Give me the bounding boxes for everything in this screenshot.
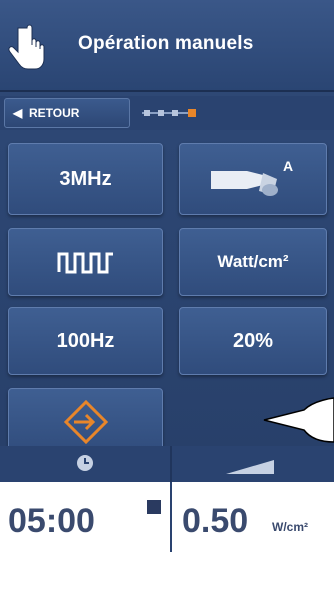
pulse-rate-button[interactable]: 100Hz — [8, 307, 163, 375]
back-button[interactable]: ◀ RETOUR — [4, 98, 130, 128]
value-divider — [170, 482, 172, 552]
pulsed-wave-icon — [57, 252, 113, 274]
timer-display: 05:00 — [8, 502, 95, 540]
probe-button[interactable]: A — [179, 143, 327, 215]
wave-mode-button[interactable] — [8, 228, 163, 296]
duty-cycle-value: 20% — [232, 329, 274, 352]
probe-label: A — [283, 158, 293, 174]
page-title: Opération manuels — [78, 33, 254, 54]
power-unit-label: Watt/cm² — [217, 252, 289, 271]
nav-bar: ◀ RETOUR — [0, 96, 334, 130]
intensity-display: 0.50 — [182, 502, 249, 540]
duty-cycle-button[interactable]: 20% — [179, 307, 327, 375]
status-divider — [170, 446, 172, 482]
probe-icon: A — [211, 158, 293, 196]
enter-icon — [63, 400, 108, 444]
frequency-value: 3MHz — [59, 167, 112, 190]
header-bar: Opération manuels — [0, 0, 334, 92]
status-values: 05:00 0.50 W/cm² — [0, 482, 334, 589]
pulse-rate-value: 100Hz — [56, 329, 115, 352]
status-header — [0, 446, 334, 482]
hand-pointer-icon — [8, 24, 45, 70]
back-button-label: RETOUR — [29, 106, 80, 120]
frequency-button[interactable]: 3MHz — [8, 143, 163, 215]
back-arrow-icon: ◀ — [13, 106, 23, 120]
intensity-unit: W/cm² — [272, 520, 308, 534]
clock-icon — [77, 455, 93, 471]
stop-icon[interactable] — [147, 500, 161, 514]
ramp-icon — [226, 460, 274, 474]
power-unit-button[interactable]: Watt/cm² — [179, 228, 327, 296]
app-screen: Opération manuels ◀ RETOUR 3MHz A Watt/c… — [0, 0, 334, 589]
progress-indicator — [142, 109, 196, 117]
